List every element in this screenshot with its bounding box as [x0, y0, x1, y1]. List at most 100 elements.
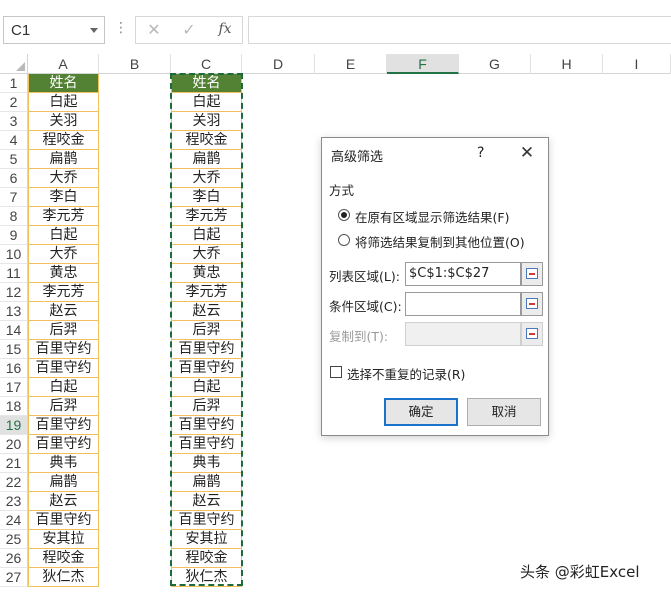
criteria-range-input[interactable] — [405, 292, 521, 316]
unique-records-label[interactable]: 选择不重复的记录(R) — [347, 364, 465, 383]
close-icon[interactable]: ✕ — [518, 143, 536, 163]
cell-a[interactable]: 后羿 — [28, 321, 99, 340]
name-box[interactable]: C1 — [3, 16, 105, 44]
cell-a[interactable]: 百里守约 — [28, 359, 99, 378]
row-header[interactable]: 16 — [0, 359, 28, 378]
option-copy-to-location-label[interactable]: 将筛选结果复制到其他位置(O) — [355, 232, 525, 251]
cell-c[interactable]: 赵云 — [171, 492, 242, 511]
cell-c[interactable]: 程咬金 — [171, 131, 242, 150]
cell-a[interactable]: 百里守约 — [28, 340, 99, 359]
cell-a[interactable]: 黄忠 — [28, 264, 99, 283]
cell-a[interactable]: 李白 — [28, 188, 99, 207]
cell-c[interactable]: 关羽 — [171, 112, 242, 131]
list-range-collapse-button[interactable] — [521, 262, 543, 286]
column-header-f[interactable]: F — [387, 54, 459, 74]
row-header[interactable]: 25 — [0, 530, 28, 549]
ok-button[interactable]: 确定 — [384, 398, 458, 426]
row-header[interactable]: 5 — [0, 150, 28, 169]
cell-c[interactable]: 狄仁杰 — [171, 568, 242, 587]
cell-c[interactable]: 李白 — [171, 188, 242, 207]
cell-c[interactable]: 赵云 — [171, 302, 242, 321]
row-header[interactable]: 22 — [0, 473, 28, 492]
radio-copy-to-location[interactable] — [338, 234, 350, 246]
cell-a[interactable]: 扁鹊 — [28, 150, 99, 169]
cell-c[interactable]: 白起 — [171, 93, 242, 112]
column-header-b[interactable]: B — [99, 54, 171, 74]
cell-a[interactable]: 白起 — [28, 378, 99, 397]
cell-a[interactable]: 关羽 — [28, 112, 99, 131]
radio-filter-in-place[interactable] — [338, 209, 350, 221]
cell-c[interactable]: 李元芳 — [171, 283, 242, 302]
row-header[interactable]: 2 — [0, 93, 28, 112]
cell-a[interactable]: 白起 — [28, 93, 99, 112]
row-header[interactable]: 10 — [0, 245, 28, 264]
cell-c[interactable]: 扁鹊 — [171, 473, 242, 492]
cell-a[interactable]: 李元芳 — [28, 283, 99, 302]
cell-a[interactable]: 安其拉 — [28, 530, 99, 549]
row-header[interactable]: 9 — [0, 226, 28, 245]
cell-c[interactable]: 白起 — [171, 226, 242, 245]
column-header-c[interactable]: C — [171, 54, 242, 74]
more-options-icon[interactable]: ⋮ — [114, 20, 128, 40]
row-header[interactable]: 3 — [0, 112, 28, 131]
cell-a[interactable]: 赵云 — [28, 302, 99, 321]
column-header-h[interactable]: H — [531, 54, 603, 74]
cell-a[interactable]: 典韦 — [28, 454, 99, 473]
cell-c[interactable]: 典韦 — [171, 454, 242, 473]
column-header-i[interactable]: I — [603, 54, 671, 74]
select-all-button[interactable] — [0, 54, 28, 74]
list-range-input[interactable]: $C$1:$C$27 — [405, 262, 521, 286]
column-header-d[interactable]: D — [242, 54, 315, 74]
cell-c[interactable]: 大乔 — [171, 245, 242, 264]
column-header-a[interactable]: A — [28, 54, 99, 74]
cell-a[interactable]: 狄仁杰 — [28, 568, 99, 587]
cell-c[interactable]: 李元芳 — [171, 207, 242, 226]
criteria-range-collapse-button[interactable] — [521, 292, 543, 316]
cell-a[interactable]: 大乔 — [28, 169, 99, 188]
row-header[interactable]: 19 — [0, 416, 28, 435]
cell-c[interactable]: 百里守约 — [171, 435, 242, 454]
cell-c[interactable]: 白起 — [171, 378, 242, 397]
cell-c[interactable]: 百里守约 — [171, 416, 242, 435]
column-header-e[interactable]: E — [315, 54, 387, 74]
row-header[interactable]: 20 — [0, 435, 28, 454]
column-header-g[interactable]: G — [459, 54, 531, 74]
row-header[interactable]: 14 — [0, 321, 28, 340]
cell-c[interactable]: 百里守约 — [171, 340, 242, 359]
cell-a[interactable]: 百里守约 — [28, 511, 99, 530]
header-cell-c[interactable]: 姓名 — [171, 74, 242, 93]
row-header[interactable]: 17 — [0, 378, 28, 397]
row-header[interactable]: 26 — [0, 549, 28, 568]
enter-icon[interactable]: ✓ — [177, 20, 201, 42]
formula-input[interactable] — [248, 16, 671, 44]
cell-c[interactable]: 百里守约 — [171, 511, 242, 530]
header-cell-a[interactable]: 姓名 — [28, 74, 99, 93]
cell-c[interactable]: 百里守约 — [171, 359, 242, 378]
cell-c[interactable]: 扁鹊 — [171, 150, 242, 169]
cancel-button[interactable]: 取消 — [467, 398, 541, 426]
cell-c[interactable]: 程咬金 — [171, 549, 242, 568]
cell-c[interactable]: 安其拉 — [171, 530, 242, 549]
option-filter-in-place-label[interactable]: 在原有区域显示筛选结果(F) — [355, 207, 509, 226]
cell-a[interactable]: 扁鹊 — [28, 473, 99, 492]
row-header[interactable]: 21 — [0, 454, 28, 473]
row-header[interactable]: 12 — [0, 283, 28, 302]
row-header[interactable]: 8 — [0, 207, 28, 226]
cell-c[interactable]: 后羿 — [171, 321, 242, 340]
cell-c[interactable]: 黄忠 — [171, 264, 242, 283]
cell-a[interactable]: 百里守约 — [28, 435, 99, 454]
cell-a[interactable]: 百里守约 — [28, 416, 99, 435]
row-header[interactable]: 7 — [0, 188, 28, 207]
chevron-down-icon[interactable] — [90, 28, 98, 33]
cell-c[interactable]: 大乔 — [171, 169, 242, 188]
cell-a[interactable]: 程咬金 — [28, 131, 99, 150]
row-header[interactable]: 1 — [0, 74, 28, 93]
insert-function-icon[interactable]: fx — [213, 21, 237, 43]
cell-a[interactable]: 白起 — [28, 226, 99, 245]
row-header[interactable]: 15 — [0, 340, 28, 359]
cell-a[interactable]: 赵云 — [28, 492, 99, 511]
row-header[interactable]: 18 — [0, 397, 28, 416]
row-header[interactable]: 24 — [0, 511, 28, 530]
row-header[interactable]: 13 — [0, 302, 28, 321]
cancel-icon[interactable]: ✕ — [142, 20, 166, 42]
